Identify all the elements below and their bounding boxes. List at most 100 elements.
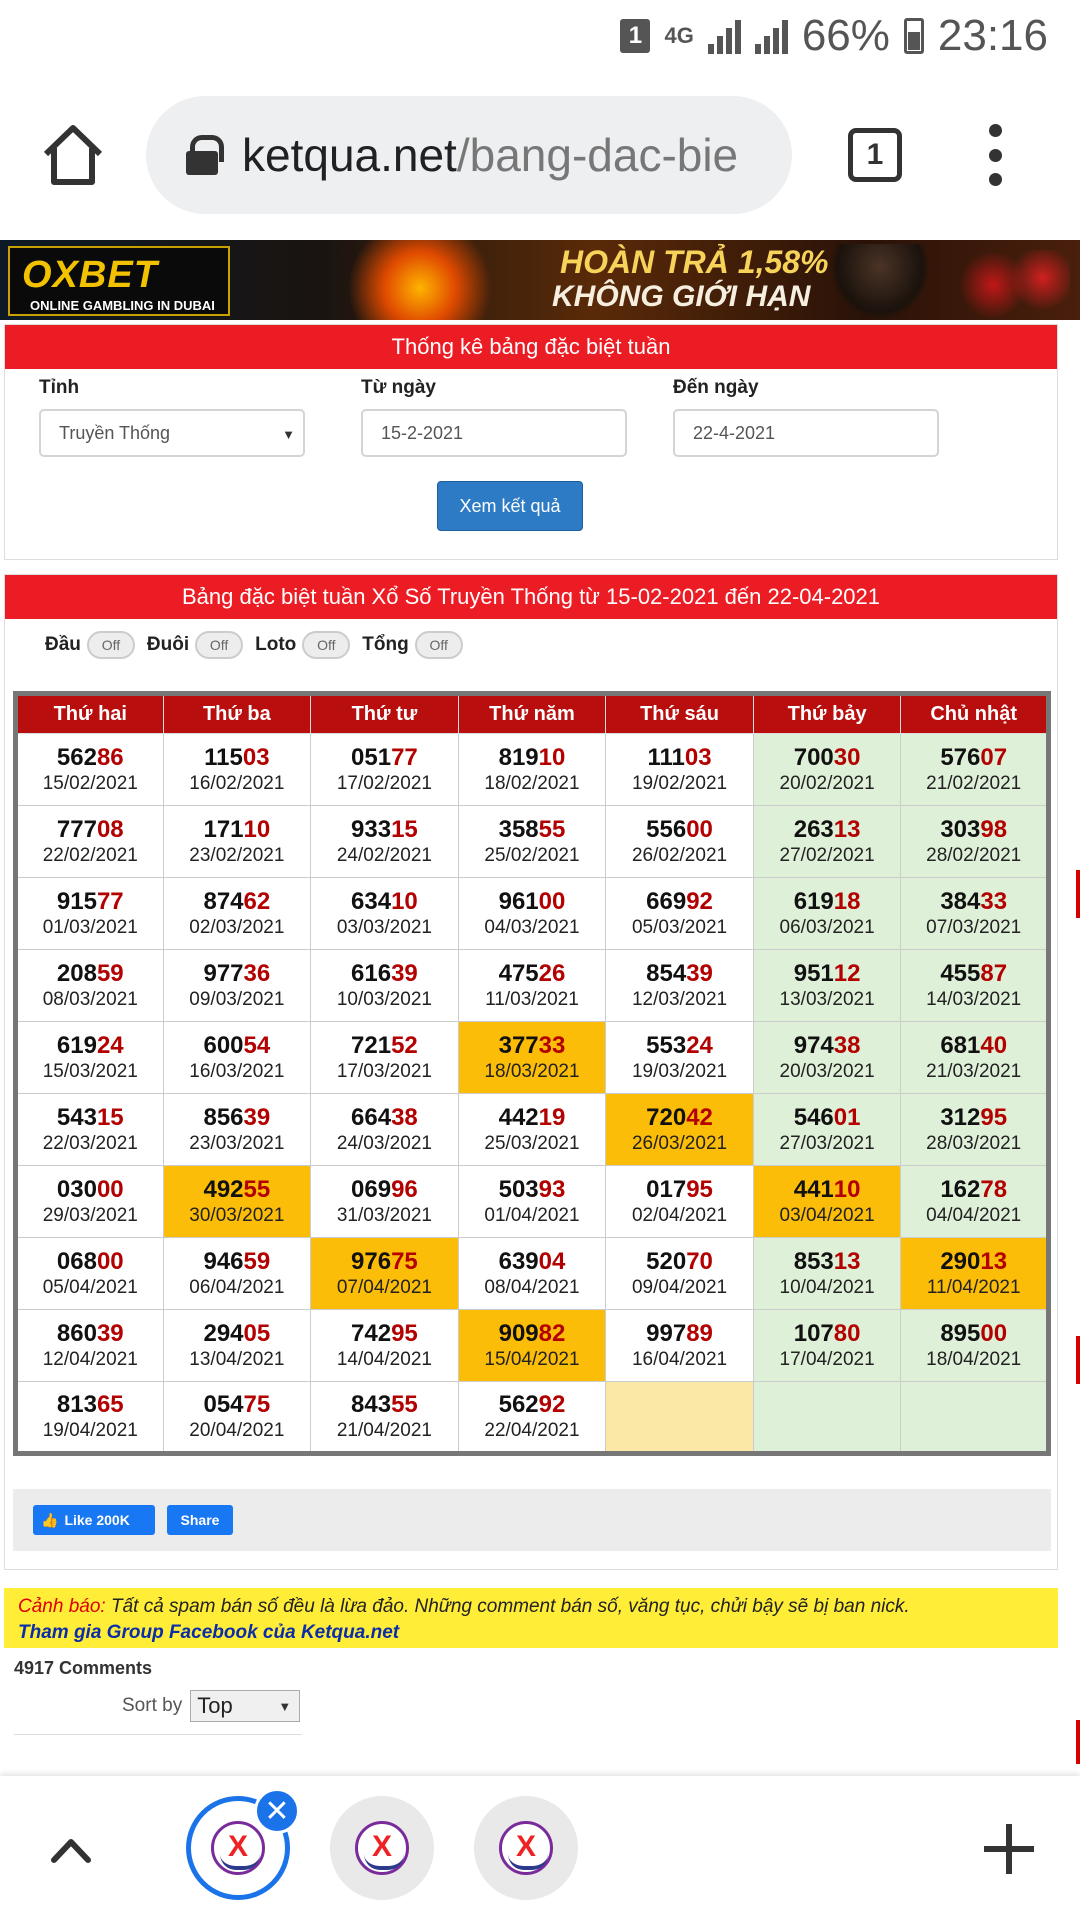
- result-cell: 30398 28/02/2021: [900, 805, 1049, 878]
- number-head: 162: [940, 1175, 981, 1203]
- result-number: 97675: [311, 1248, 458, 1276]
- province-select[interactable]: Truyền Thống ▼: [39, 409, 305, 457]
- number-tail: 82: [538, 1319, 566, 1347]
- result-date: 14/03/2021: [926, 988, 1022, 1010]
- number-head: 107: [793, 1319, 834, 1347]
- ad-banner[interactable]: OXBET ONLINE GAMBLING IN DUBAI HOÀN TRẢ …: [0, 240, 1080, 320]
- result-date: 19/02/2021: [631, 772, 728, 794]
- number-head: 664: [351, 1103, 392, 1131]
- result-date: 22/03/2021: [42, 1132, 138, 1154]
- chevron-up-icon[interactable]: [48, 1828, 94, 1874]
- number-head: 171: [203, 815, 244, 843]
- result-cell: 26313 27/02/2021: [752, 805, 902, 878]
- result-date: 13/04/2021: [189, 1348, 285, 1370]
- result-cell: 06800 05/04/2021: [15, 1237, 164, 1310]
- toggle-label-duoi: Đuôi: [146, 634, 190, 655]
- result-cell: 29405 13/04/2021: [162, 1309, 312, 1382]
- view-results-button[interactable]: Xem kết quả: [437, 481, 583, 531]
- number-tail: 87: [980, 959, 1008, 987]
- number-tail: 55: [538, 815, 566, 843]
- result-number: 01795: [606, 1176, 753, 1204]
- from-date-input[interactable]: 15-2-2021: [361, 409, 627, 457]
- province-value: Truyền Thống: [59, 422, 171, 443]
- result-number: 85439: [606, 960, 753, 988]
- result-cell: 50393 01/04/2021: [457, 1165, 607, 1238]
- result-number: 06800: [18, 1248, 163, 1276]
- toggle-duoi[interactable]: Off: [195, 631, 244, 659]
- url-host: ketqua.net: [242, 129, 457, 181]
- result-cell: 06996 31/03/2021: [310, 1165, 459, 1238]
- result-date: 08/04/2021: [484, 1276, 580, 1298]
- number-tail: 13: [980, 1247, 1008, 1275]
- result-cell: 74295 14/04/2021: [310, 1309, 459, 1382]
- result-date: 30/03/2021: [189, 1204, 285, 1226]
- table-row: 61924 15/03/2021 60054 16/03/2021 72152 17/03…: [15, 1021, 1049, 1094]
- facebook-share-button[interactable]: Share: [167, 1505, 233, 1535]
- result-number: 49255: [164, 1176, 311, 1204]
- home-icon[interactable]: [38, 120, 108, 190]
- result-number: 77708: [18, 816, 163, 844]
- result-date: 10/03/2021: [336, 988, 432, 1010]
- tab-switcher-button[interactable]: 1: [848, 128, 902, 182]
- facebook-like-button[interactable]: 👍 Like 200K: [33, 1505, 155, 1535]
- address-bar[interactable]: ketqua.net/bang-dac-bie: [146, 96, 792, 214]
- result-number: 55600: [606, 816, 753, 844]
- number-tail: 00: [96, 1175, 124, 1203]
- close-icon[interactable]: ✕: [254, 1788, 300, 1834]
- result-cell: 87462 02/03/2021: [162, 877, 312, 950]
- result-date: 18/02/2021: [484, 772, 580, 794]
- warning-text: Tất cả spam bán số đều là lừa đảo. Những…: [105, 1596, 910, 1617]
- result-date: 14/04/2021: [336, 1348, 432, 1370]
- divider: [14, 1734, 302, 1735]
- number-head: 069: [351, 1175, 392, 1203]
- number-tail: 40: [980, 1031, 1008, 1059]
- number-head: 720: [646, 1103, 687, 1131]
- like-label: Like 200K: [64, 1512, 130, 1528]
- result-cell: 93315 24/02/2021: [310, 805, 459, 878]
- from-date-field: Từ ngày 15-2-2021: [361, 377, 627, 457]
- sort-select[interactable]: Top ▼: [190, 1690, 301, 1722]
- number-tail: 78: [980, 1175, 1008, 1203]
- site-logo-icon: [499, 1821, 553, 1875]
- result-number: 44219: [459, 1104, 606, 1132]
- table-header-row: Thứ hai Thứ ba Thứ tư Thứ năm Thứ sáu Th…: [15, 693, 1049, 734]
- result-number: 38433: [901, 888, 1046, 916]
- result-cell: 38433 07/03/2021: [900, 877, 1049, 950]
- result-date: 11/03/2021: [485, 988, 579, 1010]
- more-menu-icon[interactable]: [980, 124, 1010, 186]
- number-head: 312: [940, 1103, 981, 1131]
- number-tail: 00: [980, 1319, 1008, 1347]
- result-date: 22/04/2021: [484, 1419, 580, 1441]
- toggle-dau[interactable]: Off: [86, 631, 135, 659]
- toggle-row: Đầu Off Đuôi Off Loto Off Tổng Off: [45, 631, 469, 659]
- toggle-label-tong: Tổng: [362, 634, 409, 655]
- filter-title: Thống kê bảng đặc biệt tuần: [5, 325, 1057, 369]
- tab-thumbnail[interactable]: [330, 1796, 434, 1900]
- result-number: 05475: [164, 1391, 311, 1419]
- tab-thumbnail[interactable]: [474, 1796, 578, 1900]
- result-number: 61924: [18, 1032, 163, 1060]
- number-head: 503: [498, 1175, 539, 1203]
- number-tail: 13: [833, 1247, 861, 1275]
- plus-icon[interactable]: [984, 1824, 1034, 1874]
- result-date: 09/04/2021: [631, 1276, 728, 1298]
- result-cell: 90982 15/04/2021: [457, 1309, 607, 1382]
- network-type: 4G: [664, 23, 694, 48]
- result-number: 72042: [606, 1104, 753, 1132]
- result-date: 25/02/2021: [484, 844, 580, 866]
- toggle-loto[interactable]: Off: [302, 631, 351, 659]
- number-head: 669: [646, 887, 687, 915]
- result-date: 09/03/2021: [189, 988, 285, 1010]
- result-number: 86039: [18, 1320, 163, 1348]
- result-number: 94659: [164, 1248, 311, 1276]
- number-tail: 00: [538, 887, 566, 915]
- facebook-group-link[interactable]: Tham gia Group Facebook của Ketqua.net: [18, 1620, 1044, 1646]
- to-date-input[interactable]: 22-4-2021: [673, 409, 939, 457]
- number-head: 997: [646, 1319, 687, 1347]
- banner-flame-graphic: [330, 240, 510, 320]
- number-head: 111: [647, 743, 685, 771]
- number-head: 475: [498, 959, 539, 987]
- result-date: 16/04/2021: [631, 1348, 728, 1370]
- toggle-tong[interactable]: Off: [414, 631, 463, 659]
- number-head: 492: [203, 1175, 244, 1203]
